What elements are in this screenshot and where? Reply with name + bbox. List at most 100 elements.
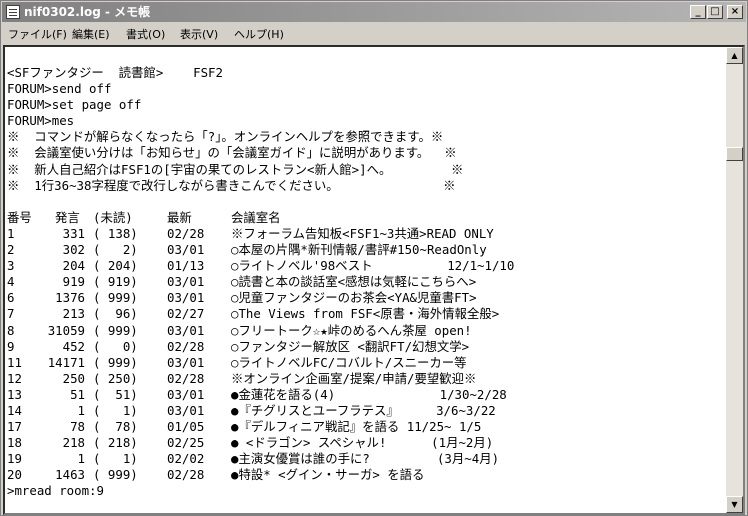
unread-count: ( 250) xyxy=(93,370,138,386)
intro-line: ※ 1行36~38字程度で改行しながら書きこんでください。 ※ xyxy=(7,177,456,193)
intro-line: ※ 新人自己紹介はFSF1の[宇宙の果てのレストラン<新人館>]へ。 ※ xyxy=(7,161,464,177)
latest-date: 02/25 xyxy=(167,435,205,451)
menu-file[interactable]: ファイル(F) xyxy=(8,26,67,42)
menu-help[interactable]: ヘルプ(H) xyxy=(234,26,284,42)
post-count: 331 xyxy=(62,225,85,241)
latest-date: 03/01 xyxy=(167,402,205,418)
title-bar[interactable]: nif0302.log - メモ帳 _ □ × xyxy=(2,2,746,22)
notepad-icon[interactable] xyxy=(6,5,20,19)
table-row: 1 331( 138) 02/28 ※フォーラム告知板<FSF1~3共通>READ O… xyxy=(7,226,725,242)
arrow-up-icon: ▲ xyxy=(731,51,738,60)
header-unread: (未読) xyxy=(93,209,133,225)
unread-count: ( 1) xyxy=(93,451,138,467)
table-row: 9 452( 0) 02/28 ○ファンタジー解放区 <翻訳FT/幻想文学> xyxy=(7,339,725,355)
post-count: 302 xyxy=(62,242,85,258)
post-count: 78 xyxy=(70,419,85,435)
table-row: 18 218( 218) 02/25 ● <ドラゴン> スペシャル! (1月~2月) xyxy=(7,435,725,451)
room-name: ●『チグリスとユーフラテス』 3/6~3/22 xyxy=(231,402,496,418)
intro-line: FORUM>send off xyxy=(7,81,112,97)
minimize-button[interactable]: _ xyxy=(690,5,706,19)
table-row: 14 1( 1) 03/01 ●『チグリスとユーフラテス』 3/6~3/22 xyxy=(7,403,725,419)
notepad-window: nif0302.log - メモ帳 _ □ × ファイル(F) 編集(E) 書式… xyxy=(0,0,748,516)
post-count: 31059 xyxy=(47,322,85,338)
table-row: 17 78( 78) 01/05 ●『デルフィニア戦記』を語る 11/25~ 1/5 xyxy=(7,419,725,435)
latest-date: 01/13 xyxy=(167,258,205,274)
command-prompt: >mread room:9 xyxy=(7,483,104,499)
room-name: ○ファンタジー解放区 <翻訳FT/幻想文学> xyxy=(231,338,470,354)
document-text[interactable]: <SFファンタジー 読書館> FSF2 FORUM>send off FORUM… xyxy=(7,65,725,513)
header-latest: 最新 xyxy=(167,209,192,225)
intro-line xyxy=(7,194,725,210)
unread-count: ( 51) xyxy=(93,386,138,402)
window-title: nif0302.log - メモ帳 xyxy=(24,5,151,19)
post-count: 1 xyxy=(77,451,85,467)
table-row: 19 1( 1) 02/02 ●主演女優賞は誰の手に? (3月~4月) xyxy=(7,451,725,467)
post-count: 1 xyxy=(77,402,85,418)
scroll-thumb[interactable] xyxy=(726,147,743,161)
room-name: ● <ドラゴン> スペシャル! (1月~2月) xyxy=(231,435,494,451)
post-count: 919 xyxy=(62,274,85,290)
unread-count: ( 78) xyxy=(93,419,138,435)
table-row: 11 14171( 999) 03/01 ○ライトノベルFC/コバルト/スニーカー等 xyxy=(7,355,725,371)
header-name: 会議室名 xyxy=(231,209,281,225)
scroll-down-button[interactable]: ▼ xyxy=(726,496,743,513)
menu-view[interactable]: 表示(V) xyxy=(180,26,218,42)
room-name: ○ライトノベル'98ベスト 12/1~1/10 xyxy=(231,258,515,274)
unread-count: ( 919) xyxy=(93,274,138,290)
menu-edit[interactable]: 編集(E) xyxy=(72,26,110,42)
room-name: ●金蓮花を語る(4) 1/30~2/28 xyxy=(231,386,507,402)
unread-count: ( 999) xyxy=(93,467,138,483)
room-name: ○フリートーク☆★峠のめるへん茶屋 open! xyxy=(231,322,472,338)
latest-date: 01/05 xyxy=(167,419,205,435)
unread-count: ( 204) xyxy=(93,258,138,274)
table-row: 4 919( 919) 03/01 ○読書と本の談話室<感想は気軽にこちらへ> xyxy=(7,274,725,290)
header-num: 番号 xyxy=(7,209,32,225)
table-row: 6 1376( 999) 03/01 ○児童ファンタジーのお茶会<YA&児童書FT> xyxy=(7,290,725,306)
intro-line: <SFファンタジー 読書館> FSF2 xyxy=(7,65,223,80)
latest-date: 03/01 xyxy=(167,354,205,370)
header-posts: 発言 xyxy=(55,209,80,225)
post-count: 51 xyxy=(70,386,85,402)
text-editor[interactable]: <SFファンタジー 読書館> FSF2 FORUM>send off FORUM… xyxy=(3,45,745,515)
close-button[interactable]: × xyxy=(727,5,743,19)
room-name: ○The Views from FSF<原書・海外情報全般> xyxy=(231,306,500,322)
minimize-icon: _ xyxy=(695,6,701,17)
room-name: ※フォーラム告知板<FSF1~3共通>READ ONLY xyxy=(231,225,494,241)
post-count: 218 xyxy=(62,435,85,451)
latest-date: 02/28 xyxy=(167,225,205,241)
scroll-up-button[interactable]: ▲ xyxy=(726,47,743,64)
maximize-button[interactable]: □ xyxy=(707,5,723,19)
unread-count: ( 999) xyxy=(93,290,138,306)
latest-date: 03/01 xyxy=(167,290,205,306)
latest-date: 03/01 xyxy=(167,242,205,258)
room-name: ●『デルフィニア戦記』を語る 11/25~ 1/5 xyxy=(231,419,482,435)
room-name: ○読書と本の談話室<感想は気軽にこちらへ> xyxy=(231,274,477,290)
arrow-down-icon: ▼ xyxy=(731,500,738,509)
latest-date: 02/28 xyxy=(167,370,205,386)
unread-count: ( 0) xyxy=(93,338,138,354)
menu-format[interactable]: 書式(O) xyxy=(126,26,165,42)
menu-bar: ファイル(F) 編集(E) 書式(O) 表示(V) ヘルプ(H) xyxy=(2,24,746,42)
room-name: ○児童ファンタジーのお茶会<YA&児童書FT> xyxy=(231,290,477,306)
post-count: 1376 xyxy=(55,290,85,306)
latest-date: 02/02 xyxy=(167,451,205,467)
table-row: 7 213( 96) 02/27 ○The Views from FSF<原書・海外情… xyxy=(7,306,725,322)
vertical-scrollbar[interactable]: ▲ ▼ xyxy=(726,47,743,513)
maximize-icon: □ xyxy=(710,6,720,17)
post-count: 250 xyxy=(62,370,85,386)
post-count: 1463 xyxy=(55,467,85,483)
unread-count: ( 138) xyxy=(93,225,138,241)
unread-count: ( 218) xyxy=(93,435,138,451)
close-icon: × xyxy=(730,6,740,17)
room-name: ○ライトノベルFC/コバルト/スニーカー等 xyxy=(231,354,467,370)
latest-date: 03/01 xyxy=(167,274,205,290)
latest-date: 02/28 xyxy=(167,338,205,354)
intro-line: ※ コマンドが解らなくなったら「?」。オンラインヘルプを参照できます。※ xyxy=(7,129,444,145)
table-row: 8 31059( 999) 03/01 ○フリートーク☆★峠のめるへん茶屋 open! xyxy=(7,323,725,339)
post-count: 213 xyxy=(62,306,85,322)
intro-line: FORUM>mes xyxy=(7,113,75,129)
latest-date: 03/01 xyxy=(167,322,205,338)
table-header: 番号 発言 (未読) 最新 会議室名 xyxy=(7,210,725,226)
unread-count: ( 2) xyxy=(93,242,138,258)
latest-date: 02/27 xyxy=(167,306,205,322)
